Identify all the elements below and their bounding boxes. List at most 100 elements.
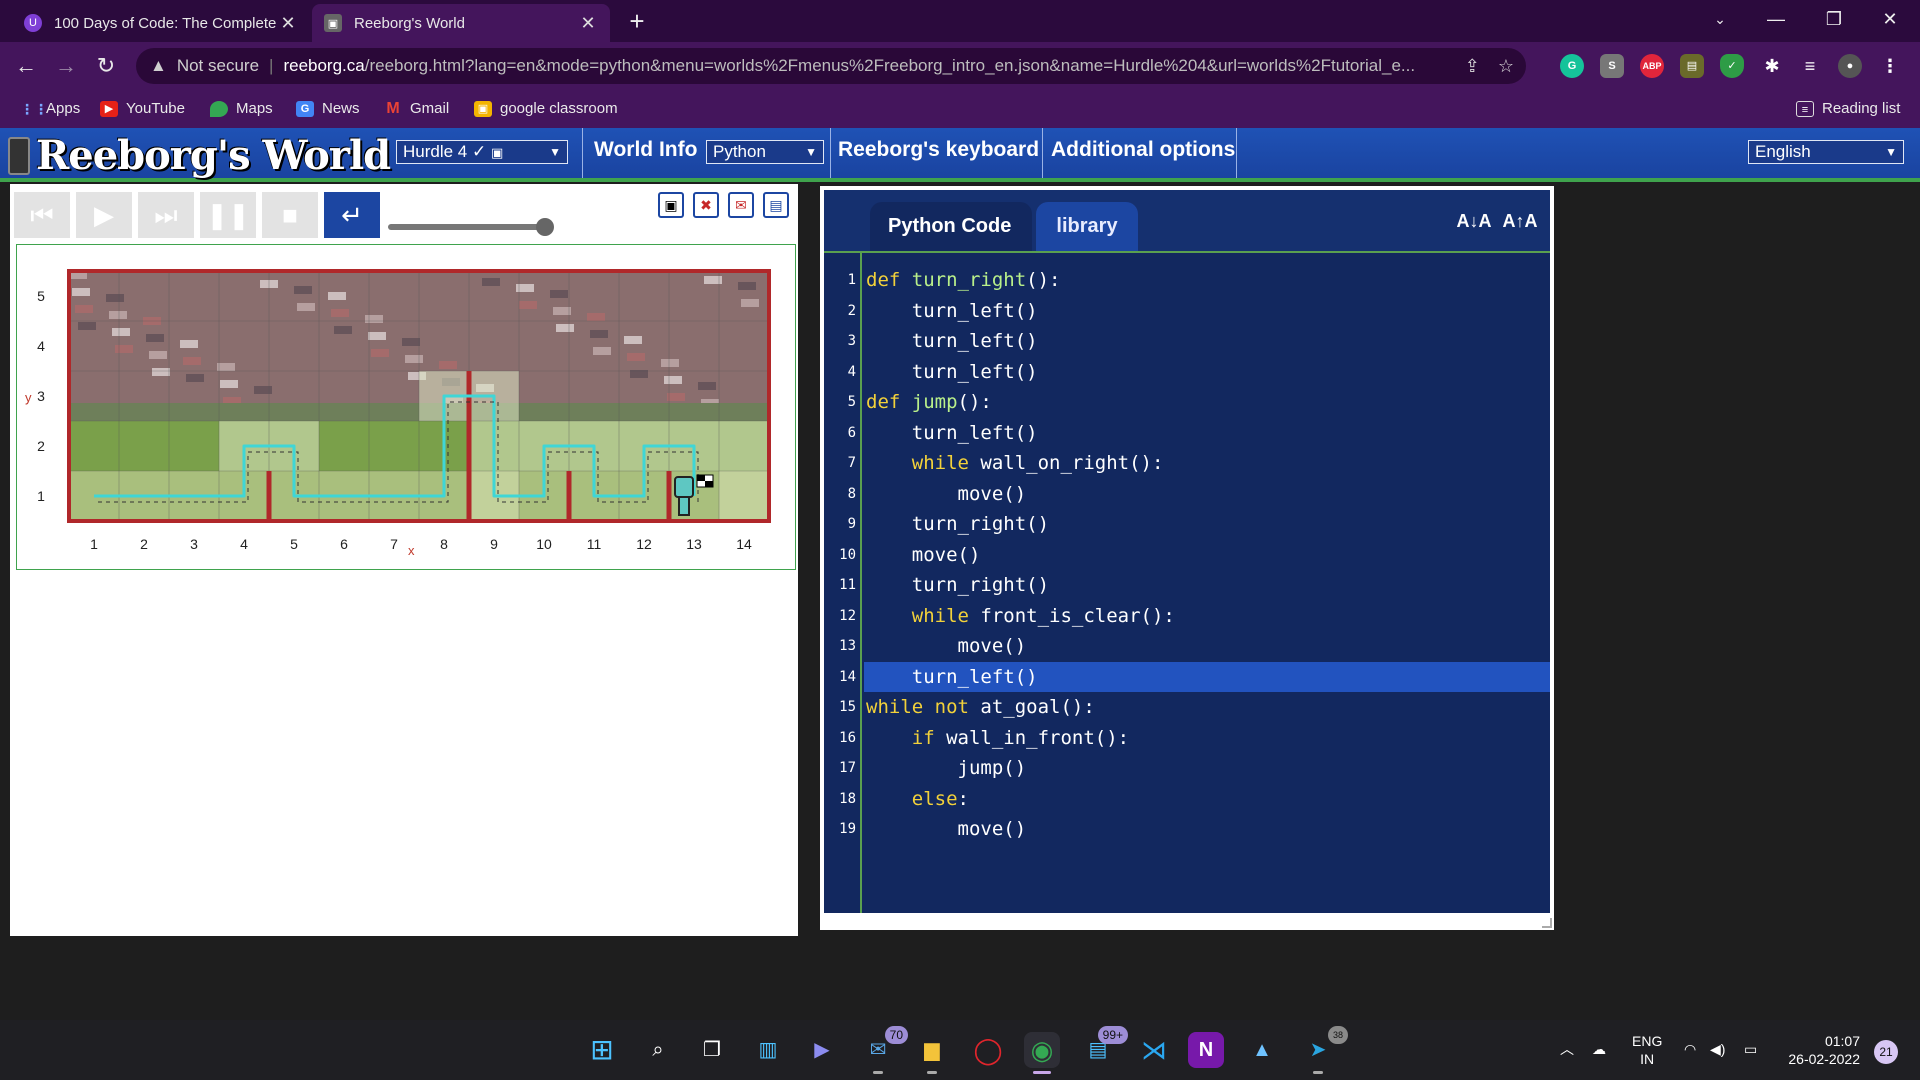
chevron-up-icon[interactable]: ︿ [1560, 1040, 1574, 1058]
edit-world-icon[interactable]: ▤ [763, 192, 789, 218]
bookmark-youtube[interactable]: ▶ YouTube [100, 100, 185, 117]
wifi-icon[interactable]: ◠ [1684, 1040, 1696, 1058]
clock[interactable]: 01:07 26-02-2022 [1780, 1032, 1860, 1068]
reload-return-button[interactable]: ↵ [324, 192, 380, 238]
mail-icon[interactable]: ✉ 70 [860, 1026, 908, 1074]
slider-knob[interactable] [536, 218, 554, 236]
decrease-font-button[interactable]: A↓A [1454, 204, 1494, 238]
ui-language-select[interactable]: English ▼ [1748, 140, 1904, 164]
world-select[interactable]: Hurdle 4 ✓ ▣ ▼ [396, 140, 568, 164]
close-tab-icon[interactable]: ✕ [278, 13, 298, 34]
teams-chat-icon[interactable]: ▶ [804, 1032, 840, 1068]
additional-options-button[interactable]: Additional options [1051, 138, 1235, 162]
world-info-button[interactable]: World Info [594, 138, 697, 162]
world-canvas: 1 2 3 4 5 6 7 8 9 10 11 12 13 14 1 2 3 4 5 x y [16, 244, 796, 570]
code-line[interactable]: 8 move() [824, 479, 1550, 509]
code-line[interactable]: 9 turn_right() [824, 509, 1550, 539]
store-icon[interactable]: ▤ 99+ [1080, 1026, 1128, 1068]
forward-icon[interactable]: → [50, 50, 82, 82]
code-line[interactable]: 6 turn_left() [824, 418, 1550, 448]
code-line[interactable]: 3 turn_left() [824, 326, 1550, 356]
step-button[interactable]: ⏭ [138, 192, 194, 238]
bookmark-apps[interactable]: ⋮⋮ Apps [20, 100, 80, 117]
back-icon[interactable]: ← [10, 50, 42, 82]
restore-button[interactable]: ❐ [1806, 0, 1862, 40]
world-info-icon[interactable]: ✉ [728, 192, 754, 218]
telegram-icon[interactable]: ➤ 38 [1300, 1026, 1348, 1074]
search-icon[interactable]: ⌕ [640, 1032, 676, 1068]
language-select[interactable]: Python ▼ [706, 140, 824, 164]
media-control-icon[interactable]: ≡ [1798, 54, 1822, 78]
minimize-button[interactable]: — [1748, 0, 1804, 40]
bookmark-gmail[interactable]: M Gmail [384, 100, 449, 117]
star-icon[interactable]: ☆ [1498, 56, 1514, 77]
extension-icon[interactable]: ▤ [1680, 54, 1704, 78]
menu-icon[interactable]: ⋮ [1878, 54, 1902, 78]
new-tab-button[interactable]: + [622, 6, 652, 36]
code-line[interactable]: 4 turn_left() [824, 357, 1550, 387]
highlight-icon[interactable]: ✖ [693, 192, 719, 218]
bookmark-maps[interactable]: Maps [210, 100, 273, 117]
grammarly-icon[interactable]: G [1560, 54, 1584, 78]
vscode-icon[interactable]: ⋊ [1136, 1032, 1172, 1068]
close-window-button[interactable]: ✕ [1862, 0, 1918, 40]
photos-icon[interactable]: ▲ [1244, 1032, 1280, 1068]
url-bar[interactable]: ▲ Not secure | reeborg.ca /reeborg.html?… [136, 48, 1526, 84]
tab-reeborg[interactable]: ▣ Reeborg's World ✕ [312, 4, 610, 42]
code-line[interactable]: 18 else: [824, 784, 1550, 814]
chrome-icon[interactable]: ◉ [1024, 1032, 1060, 1074]
code-line[interactable]: 17 jump() [824, 753, 1550, 783]
code-line[interactable]: 1 def turn_right(): [824, 265, 1550, 295]
code-line[interactable]: 11 turn_right() [824, 570, 1550, 600]
resize-handle[interactable] [1542, 918, 1552, 928]
battery-icon[interactable]: ▭ [1744, 1040, 1757, 1058]
notification-badge[interactable]: 21 [1874, 1040, 1898, 1064]
robot-body [674, 476, 694, 498]
keyboard-button[interactable]: Reeborg's keyboard [838, 138, 1039, 162]
code-line[interactable]: 10 move() [824, 540, 1550, 570]
code-line[interactable]: 16 if wall_in_front(): [824, 723, 1550, 753]
code-line[interactable]: 7 while wall_on_right(): [824, 448, 1550, 478]
opera-icon[interactable]: ◯ [970, 1032, 1006, 1068]
onedrive-icon[interactable]: ☁ [1592, 1040, 1606, 1058]
reload-world-button[interactable]: ⏮ [14, 192, 70, 238]
warning-icon[interactable]: ▲ [150, 56, 167, 76]
security-label[interactable]: Not secure [177, 56, 259, 76]
code-line[interactable]: 12 while front_is_clear(): [824, 601, 1550, 631]
code-editor[interactable]: 1 def turn_right(): 2 turn_left() 3 turn_le… [824, 253, 1550, 913]
widgets-icon[interactable]: ▥ [750, 1032, 786, 1068]
tab-library[interactable]: library [1036, 202, 1138, 251]
speed-slider[interactable] [388, 218, 554, 236]
tab-search-icon[interactable]: ⌄ [1692, 0, 1748, 40]
run-button[interactable]: ▶ [76, 192, 132, 238]
language-indicator[interactable]: ENG IN [1632, 1032, 1662, 1068]
puzzle-icon[interactable]: ✱ [1760, 54, 1784, 78]
file-explorer-icon[interactable]: ▆ [914, 1032, 950, 1074]
task-view-icon[interactable]: ❐ [694, 1032, 730, 1068]
code-line[interactable]: 5 def jump(): [824, 387, 1550, 417]
volume-icon[interactable]: ◀) [1710, 1040, 1725, 1058]
tab-udemy[interactable]: U 100 Days of Code: The Complete ✕ [12, 4, 310, 42]
robot-model-icon[interactable]: ▣ [658, 192, 684, 218]
shield-icon[interactable]: ✓ [1720, 54, 1744, 78]
onenote-icon[interactable]: N [1188, 1032, 1224, 1068]
reading-list-button[interactable]: ≡ Reading list [1796, 100, 1900, 117]
code-line[interactable]: 14 turn_left() [824, 661, 1550, 692]
increase-font-button[interactable]: A↑A [1500, 204, 1540, 238]
close-tab-icon[interactable]: ✕ [578, 13, 598, 34]
code-line[interactable]: 13 move() [824, 631, 1550, 661]
adblock-icon[interactable]: ABP [1640, 54, 1664, 78]
code-line[interactable]: 19 move() [824, 814, 1550, 844]
code-line[interactable]: 15 while not at_goal(): [824, 692, 1550, 722]
stop-button[interactable]: ■ [262, 192, 318, 238]
start-icon[interactable]: ⊞ [584, 1032, 620, 1068]
code-line[interactable]: 2 turn_left() [824, 296, 1550, 326]
extension-s-icon[interactable]: S [1600, 54, 1624, 78]
share-icon[interactable]: ⇪ [1465, 56, 1480, 77]
tab-python-code[interactable]: Python Code [870, 202, 1032, 251]
avatar[interactable]: ● [1838, 54, 1862, 78]
reload-icon[interactable]: ↻ [90, 50, 122, 82]
pause-button[interactable]: ❚❚ [200, 192, 256, 238]
bookmark-news[interactable]: G News [296, 100, 360, 117]
bookmark-classroom[interactable]: ▣ google classroom [474, 100, 618, 117]
